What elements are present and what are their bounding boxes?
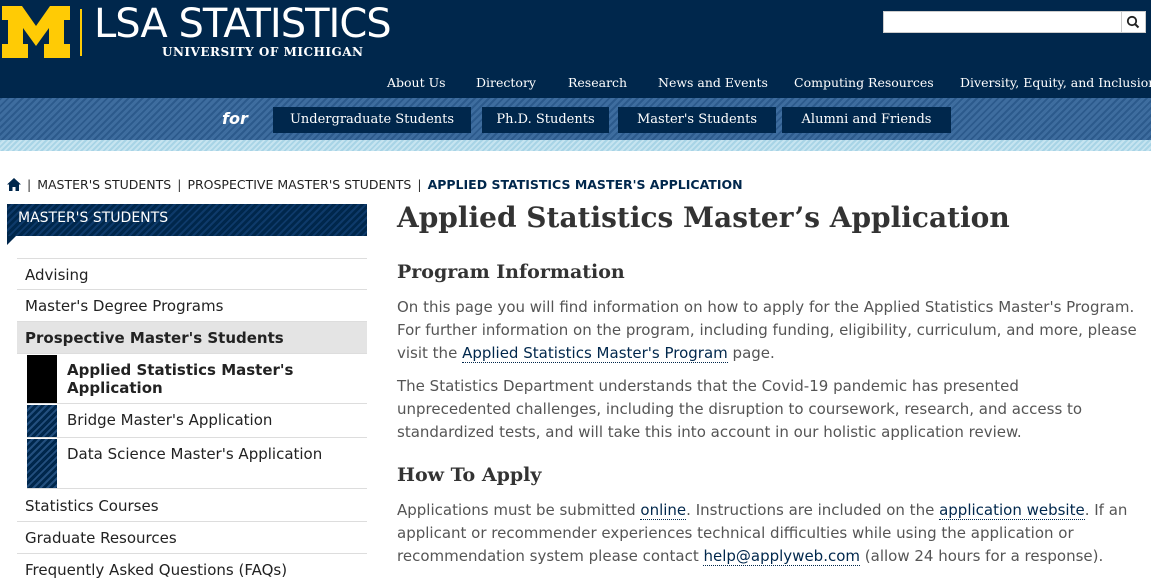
decorative-stripe (0, 140, 1151, 151)
sidebar-item-label: Prospective Master's Students (25, 329, 284, 347)
sidebar-item-degree-programs[interactable]: Master's Degree Programs (17, 290, 367, 322)
nav-research[interactable]: Research (568, 75, 627, 90)
search-icon (1126, 15, 1140, 29)
breadcrumb-masters-students[interactable]: MASTER'S STUDENTS (37, 177, 171, 192)
sidebar-item-label: Graduate Resources (25, 529, 177, 547)
sidebar-item-prospective[interactable]: Prospective Master's Students (17, 322, 367, 354)
main-content: Applied Statistics Master’s Application … (397, 200, 1142, 566)
sidebar-item-label: Frequently Asked Questions (FAQs) (25, 561, 288, 579)
sidebar-item-faqs[interactable]: Frequently Asked Questions (FAQs) (17, 554, 367, 583)
block-m-logo-icon[interactable] (2, 6, 70, 58)
sidebar-subitem-label: Bridge Master's Application (67, 411, 273, 429)
sidebar-heading-notch (7, 236, 16, 245)
nav-news-and-events[interactable]: News and Events (658, 75, 768, 90)
sidebar-subitem-bridge[interactable]: Bridge Master's Application (27, 405, 367, 438)
sidebar-item-label: Master's Degree Programs (25, 297, 224, 315)
nav-computing-resources[interactable]: Computing Resources (794, 75, 934, 90)
breadcrumb-separator: | (417, 177, 422, 192)
site-header: LSA STATISTICS UNIVERSITY OF MICHIGAN Ab… (0, 0, 1151, 98)
link-application-website[interactable]: application website (939, 501, 1085, 520)
site-logo-text[interactable]: LSA STATISTICS (94, 4, 392, 44)
breadcrumb-separator: | (27, 177, 32, 192)
sidebar-item-statistics-courses[interactable]: Statistics Courses (17, 490, 367, 522)
paragraph-text: (allow 24 hours for a response). (860, 547, 1104, 565)
audience-phd-button[interactable]: Ph.D. Students (482, 107, 609, 133)
audience-for-label: for (222, 109, 248, 128)
page-title: Applied Statistics Master’s Application (397, 201, 1010, 234)
section-heading-program-info: Program Information (397, 261, 625, 283)
sidebar-subitem-label: Applied Statistics Master's Application (67, 361, 294, 397)
breadcrumb-prospective[interactable]: PROSPECTIVE MASTER'S STUDENTS (187, 177, 411, 192)
paragraph-text: . Instructions are included on the (686, 501, 940, 519)
sidebar-heading[interactable]: MASTER'S STUDENTS (7, 204, 367, 236)
audience-undergraduate-button[interactable]: Undergraduate Students (273, 107, 471, 133)
sidebar-item-advising[interactable]: Advising (17, 258, 367, 290)
sidebar-subitem-label: Data Science Master's Application (67, 445, 323, 463)
search-button[interactable] (1121, 12, 1145, 32)
paragraph-text: page. (727, 344, 775, 362)
university-name: UNIVERSITY OF MICHIGAN (162, 45, 364, 59)
search-input[interactable] (883, 11, 1146, 33)
paragraph-covid: The Statistics Department understands th… (397, 377, 1083, 441)
sidebar-subitem-marker (27, 355, 57, 403)
nav-diversity[interactable]: Diversity, Equity, and Inclusion (960, 75, 1151, 90)
audience-alumni-button[interactable]: Alumni and Friends (782, 107, 951, 133)
breadcrumb: | MASTER'S STUDENTS | PROSPECTIVE MASTER'S … (7, 177, 743, 193)
top-nav: About Us Directory Research News and Eve… (0, 75, 1151, 91)
link-online[interactable]: online (640, 501, 687, 520)
sidebar-subitem-applied-statistics[interactable]: Applied Statistics Master's Application (27, 355, 367, 404)
audience-masters-button[interactable]: Master's Students (618, 107, 776, 133)
nav-about-us[interactable]: About Us (387, 75, 446, 90)
link-applied-statistics-program[interactable]: Applied Statistics Master's Program (462, 344, 728, 363)
section-heading-how-to-apply: How To Apply (397, 464, 542, 486)
home-icon[interactable] (7, 178, 21, 191)
sidebar-item-label: Statistics Courses (25, 497, 159, 515)
paragraph-program-info: On this page you will find information o… (397, 296, 1137, 365)
sidebar-subitem-marker (27, 405, 57, 437)
paragraph-text: Applications must be submitted (397, 501, 641, 519)
sidebar-subitem-data-science[interactable]: Data Science Master's Application (27, 439, 367, 489)
breadcrumb-separator: | (177, 177, 182, 192)
paragraph-how-to-apply: Applications must be submitted online. I… (397, 499, 1137, 568)
breadcrumb-current: APPLIED STATISTICS MASTER'S APPLICATION (427, 177, 743, 192)
link-help-email[interactable]: help@applyweb.com (703, 547, 861, 566)
sidebar-item-label: Advising (25, 266, 89, 284)
nav-directory[interactable]: Directory (476, 75, 536, 90)
logo-divider (80, 9, 82, 56)
sidebar-item-graduate-resources[interactable]: Graduate Resources (17, 522, 367, 554)
sidebar-heading-label: MASTER'S STUDENTS (18, 210, 169, 226)
sidebar-subitem-marker (27, 439, 57, 488)
